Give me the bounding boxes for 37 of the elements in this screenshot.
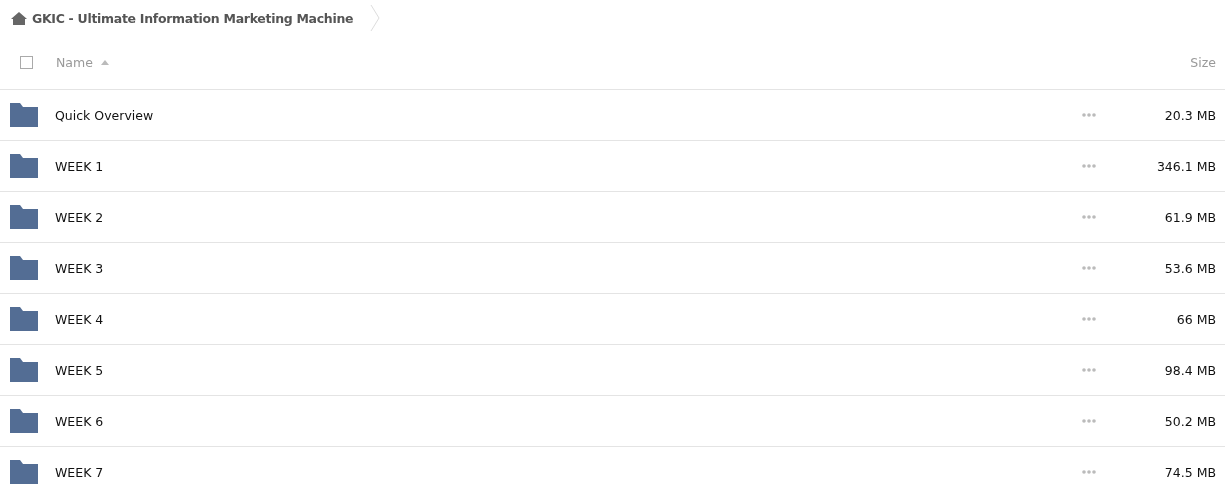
sort-ascending-icon[interactable] (100, 60, 109, 65)
home-icon[interactable] (11, 11, 27, 25)
breadcrumb-link[interactable]: GKIC - Ultimate Information Marketing Machine (32, 10, 354, 26)
more-options-icon[interactable] (1082, 470, 1096, 474)
file-name[interactable]: WEEK 1 (55, 158, 104, 174)
more-options-icon[interactable] (1082, 368, 1096, 372)
file-size: 346.1 MB (1155, 158, 1216, 174)
file-size: 20.3 MB (1163, 107, 1216, 123)
more-options-icon[interactable] (1082, 266, 1096, 270)
more-options-icon[interactable] (1082, 113, 1096, 117)
folder-icon (10, 256, 38, 280)
breadcrumb-separator-icon (370, 4, 381, 32)
more-options-icon[interactable] (1082, 215, 1096, 219)
more-options-icon[interactable] (1082, 317, 1096, 321)
more-options-icon[interactable] (1082, 419, 1096, 423)
folder-icon (10, 307, 38, 331)
file-size: 61.9 MB (1163, 209, 1216, 225)
more-options-icon[interactable] (1082, 164, 1096, 168)
file-size: 50.2 MB (1163, 413, 1216, 429)
file-name[interactable]: WEEK 2 (55, 209, 104, 225)
file-name[interactable]: WEEK 7 (55, 464, 104, 480)
file-name[interactable]: WEEK 5 (55, 362, 104, 378)
file-name[interactable]: Quick Overview (55, 107, 154, 123)
select-all-checkbox[interactable] (20, 56, 33, 69)
folder-icon (10, 358, 38, 382)
folder-icon (10, 205, 38, 229)
file-size: 98.4 MB (1163, 362, 1216, 378)
file-size: 53.6 MB (1163, 260, 1216, 276)
folder-icon (10, 409, 38, 433)
file-name[interactable]: WEEK 6 (55, 413, 104, 429)
file-size: 74.5 MB (1163, 464, 1216, 480)
folder-icon (10, 103, 38, 127)
folder-icon (10, 460, 38, 484)
folder-icon (10, 154, 38, 178)
file-name[interactable]: WEEK 4 (55, 311, 104, 327)
file-size: 66 MB (1175, 311, 1216, 327)
file-name[interactable]: WEEK 3 (55, 260, 104, 276)
